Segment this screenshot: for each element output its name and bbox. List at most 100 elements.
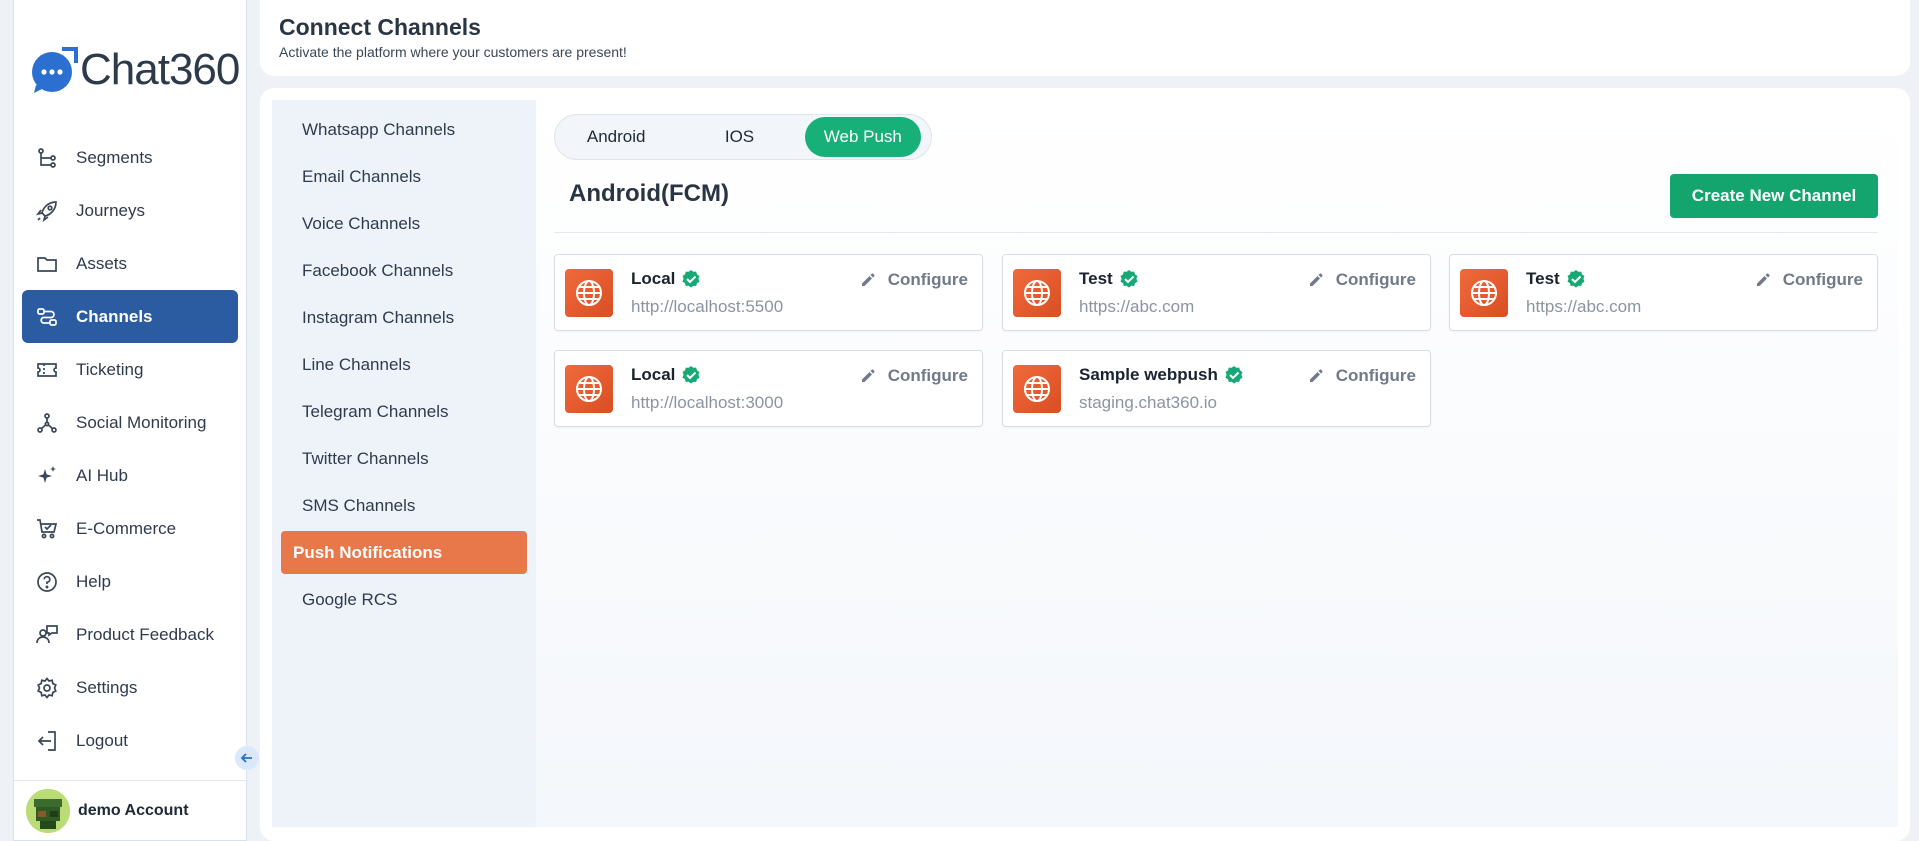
sidebar-item-segments[interactable]: Segments [22, 131, 238, 184]
main-panel: Whatsapp Channels Email Channels Voice C… [260, 88, 1910, 841]
channel-url: https://abc.com [1526, 297, 1642, 316]
channels-icon [34, 304, 60, 330]
channel-type-instagram[interactable]: Instagram Channels [281, 294, 527, 341]
sidebar-item-logout[interactable]: Logout [22, 714, 238, 767]
channel-name-wrap: Test [1526, 269, 1586, 289]
sidebar-item-label: Help [76, 571, 111, 591]
globe-icon [1460, 269, 1508, 317]
sidebar-nav: Segments Journeys Assets Channels Ticket… [22, 131, 238, 767]
channel-card: Local http://localhost:5500 Configure [554, 254, 983, 331]
sidebar-item-label: AI Hub [76, 465, 128, 485]
verified-badge-icon [681, 365, 701, 385]
divider [554, 232, 1878, 233]
configure-label: Configure [1335, 270, 1416, 289]
channel-name-wrap: Sample webpush [1079, 365, 1244, 385]
globe-icon [565, 269, 613, 317]
channel-type-facebook[interactable]: Facebook Channels [281, 247, 527, 294]
sidebar-item-label: Segments [76, 147, 153, 167]
sidebar-item-assets[interactable]: Assets [22, 237, 238, 290]
channel-content: Android IOS Web Push Android(FCM) Create… [536, 100, 1898, 827]
channel-type-line[interactable]: Line Channels [281, 341, 527, 388]
configure-label: Configure [1782, 270, 1863, 289]
avatar [26, 789, 70, 833]
segments-icon [34, 145, 60, 171]
pencil-icon [860, 368, 876, 384]
sidebar: Chat360 Segments Journeys Assets Channel… [13, 0, 248, 841]
chat-logo-icon [28, 45, 78, 95]
channel-type-voice[interactable]: Voice Channels [281, 200, 527, 247]
configure-button[interactable]: Configure [860, 270, 968, 290]
verified-badge-icon [1119, 269, 1139, 289]
platform-tabs: Android IOS Web Push [554, 114, 932, 160]
channel-url: staging.chat360.io [1079, 393, 1217, 412]
channel-type-email[interactable]: Email Channels [281, 153, 527, 200]
channel-name-wrap: Test [1079, 269, 1139, 289]
globe-icon [1013, 269, 1061, 317]
pencil-icon [1308, 368, 1324, 384]
tab-web-push[interactable]: Web Push [804, 117, 921, 157]
sidebar-item-settings[interactable]: Settings [22, 661, 238, 714]
configure-label: Configure [887, 270, 968, 289]
channel-card: Test https://abc.com Configure [1449, 254, 1878, 331]
verified-badge-icon [1566, 269, 1586, 289]
account-name: demo Account [78, 802, 189, 819]
sidebar-item-label: Settings [76, 677, 138, 697]
channel-name-wrap: Local [631, 365, 701, 385]
verified-badge-icon [1224, 365, 1244, 385]
channel-type-push-notifications[interactable]: Push Notifications [281, 531, 527, 574]
collapse-sidebar-button[interactable] [235, 746, 259, 770]
sidebar-item-journeys[interactable]: Journeys [22, 184, 238, 237]
rocket-icon [34, 198, 60, 224]
verified-badge-icon [681, 269, 701, 289]
sidebar-item-label: Product Feedback [76, 624, 214, 644]
create-new-channel-button[interactable]: Create New Channel [1670, 174, 1878, 218]
page-header: Connect Channels Activate the platform w… [260, 0, 1910, 76]
channel-name: Test [1079, 269, 1113, 288]
section-title: Android(FCM) [569, 180, 729, 207]
tab-android[interactable]: Android [558, 117, 674, 157]
sidebar-item-label: Social Monitoring [76, 412, 207, 432]
channel-type-google-rcs[interactable]: Google RCS [281, 576, 527, 623]
sidebar-item-help[interactable]: Help [22, 555, 238, 608]
channel-type-sms[interactable]: SMS Channels [281, 482, 527, 529]
page-title: Connect Channels [279, 14, 481, 40]
channel-type-twitter[interactable]: Twitter Channels [281, 435, 527, 482]
sidebar-item-label: Logout [76, 730, 128, 750]
channel-types-list: Whatsapp Channels Email Channels Voice C… [272, 100, 536, 827]
configure-button[interactable]: Configure [860, 366, 968, 386]
cart-icon [34, 516, 60, 542]
configure-button[interactable]: Configure [1308, 270, 1416, 290]
help-icon [34, 569, 60, 595]
network-icon [34, 410, 60, 436]
sidebar-item-product-feedback[interactable]: Product Feedback [22, 608, 238, 661]
channel-name: Sample webpush [1079, 365, 1218, 384]
folder-icon [34, 251, 60, 277]
pencil-icon [1755, 272, 1771, 288]
brand-name: Chat360 [80, 45, 240, 94]
arrow-left-icon [240, 751, 254, 765]
sidebar-item-ai-hub[interactable]: AI Hub [22, 449, 238, 502]
configure-button[interactable]: Configure [1308, 366, 1416, 386]
channel-url: https://abc.com [1079, 297, 1195, 316]
sparkle-icon [34, 463, 60, 489]
sidebar-item-label: Channels [76, 306, 153, 326]
channel-type-telegram[interactable]: Telegram Channels [281, 388, 527, 435]
sidebar-item-channels[interactable]: Channels [22, 290, 238, 343]
logout-icon [34, 728, 60, 754]
sidebar-item-label: E-Commerce [76, 518, 177, 538]
channel-url: http://localhost:3000 [631, 393, 784, 412]
sidebar-item-ticketing[interactable]: Ticketing [22, 343, 238, 396]
sidebar-item-social-monitoring[interactable]: Social Monitoring [22, 396, 238, 449]
sidebar-item-e-commerce[interactable]: E-Commerce [22, 502, 238, 555]
gear-icon [34, 675, 60, 701]
configure-button[interactable]: Configure [1755, 270, 1863, 290]
ticket-icon [34, 357, 60, 383]
pencil-icon [860, 272, 876, 288]
account-section[interactable]: demo Account [14, 780, 248, 841]
channel-name: Local [631, 365, 676, 384]
page-subtitle: Activate the platform where your custome… [279, 44, 627, 60]
tab-ios[interactable]: IOS [681, 117, 797, 157]
channel-type-whatsapp[interactable]: Whatsapp Channels [281, 106, 527, 153]
channel-url: http://localhost:5500 [631, 297, 784, 316]
logo[interactable]: Chat360 [28, 42, 240, 98]
